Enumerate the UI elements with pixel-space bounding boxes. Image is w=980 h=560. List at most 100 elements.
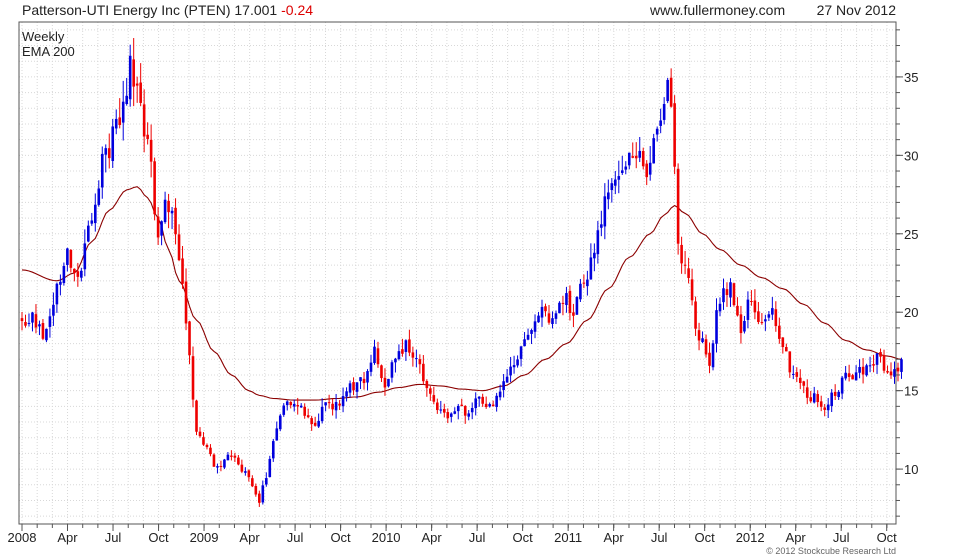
site-url[interactable]: www.fullermoney.com xyxy=(649,2,785,18)
candle-body xyxy=(76,271,80,277)
candle-body xyxy=(369,362,373,372)
candle-body xyxy=(743,320,746,332)
chart-title: Patterson-UTI Energy Inc (PTEN) 17.001 -… xyxy=(22,2,313,18)
candle-body xyxy=(725,289,729,296)
candle-body xyxy=(219,465,223,467)
candle-body xyxy=(879,352,882,357)
candle-body xyxy=(502,381,505,390)
candle-body xyxy=(334,402,338,411)
x-tick-label: Apr xyxy=(786,530,807,545)
candle-body xyxy=(191,356,195,400)
candle-body xyxy=(467,413,471,417)
candle-body xyxy=(121,101,125,123)
candle-body xyxy=(823,407,826,410)
x-tick-label: 2008 xyxy=(8,530,37,545)
candle-body xyxy=(429,388,432,394)
candle-body xyxy=(614,179,617,186)
candle-body xyxy=(767,314,771,318)
candle-body xyxy=(401,349,404,354)
candle-body xyxy=(100,153,104,188)
candle-body xyxy=(341,396,345,407)
candle-body xyxy=(107,148,111,159)
candle-body xyxy=(488,404,491,407)
candle-body xyxy=(251,478,254,487)
candle-body xyxy=(505,376,509,383)
candle-body xyxy=(83,243,87,270)
candle-body xyxy=(764,319,767,322)
candle-body xyxy=(607,192,610,200)
candle-body xyxy=(586,279,589,287)
candle-body xyxy=(760,322,764,324)
candle-body xyxy=(648,162,652,175)
candle-body xyxy=(233,455,237,458)
candle-body xyxy=(296,405,300,407)
candle-body xyxy=(306,415,310,418)
candle-body xyxy=(216,466,219,468)
candle-body xyxy=(736,305,739,316)
x-tick-label: Apr xyxy=(57,530,78,545)
candle-body xyxy=(889,371,893,376)
candle-body xyxy=(547,313,551,323)
price-chart: Patterson-UTI Energy Inc (PTEN) 17.001 -… xyxy=(0,0,980,560)
candle-body xyxy=(80,270,83,278)
candle-body xyxy=(268,458,272,478)
y-tick-label: 10 xyxy=(904,462,918,477)
candle-body xyxy=(55,283,59,305)
candle-body xyxy=(202,437,205,445)
candle-body xyxy=(118,117,122,125)
y-tick-label: 30 xyxy=(904,148,918,163)
candle-body xyxy=(530,330,533,334)
price-change: -0.24 xyxy=(281,2,313,18)
candle-body xyxy=(641,151,645,167)
candle-body xyxy=(872,364,875,366)
candle-body xyxy=(62,266,66,284)
candle-body xyxy=(181,258,184,284)
candle-body xyxy=(697,330,701,341)
candle-body xyxy=(687,268,690,278)
candle-body xyxy=(694,301,697,329)
candle-body xyxy=(111,126,115,162)
candle-body xyxy=(422,363,425,382)
candle-body xyxy=(34,314,38,328)
candle-body xyxy=(470,407,474,413)
candle-body xyxy=(519,346,523,359)
candle-body xyxy=(292,403,296,407)
candle-body xyxy=(212,454,216,467)
candle-body xyxy=(778,325,781,339)
candle-body xyxy=(271,441,275,459)
candle-body xyxy=(781,337,785,348)
candle-body xyxy=(87,225,90,242)
x-tick-label: Jul xyxy=(833,530,850,545)
candle-body xyxy=(509,366,512,376)
candle-body xyxy=(659,120,662,126)
candle-body xyxy=(418,359,422,365)
candle-body xyxy=(425,381,429,389)
x-tick-label: 2010 xyxy=(372,530,401,545)
y-tick-label: 15 xyxy=(904,384,918,399)
candle-body xyxy=(795,372,799,377)
candle-body xyxy=(223,459,226,468)
candle-body xyxy=(362,378,366,384)
candle-body xyxy=(380,365,383,379)
candle-body xyxy=(575,297,579,315)
candle-body xyxy=(840,377,844,394)
candle-body xyxy=(516,359,519,366)
candle-body xyxy=(662,104,666,120)
candle-body xyxy=(73,268,76,274)
candle-body xyxy=(348,383,352,393)
y-tick-label: 25 xyxy=(904,227,918,242)
candle-body xyxy=(456,405,460,412)
candle-body xyxy=(603,196,607,227)
candle-body xyxy=(788,351,792,373)
candle-body xyxy=(809,397,813,402)
candle-body xyxy=(711,343,715,368)
candle-body xyxy=(771,308,774,315)
candle-body xyxy=(160,221,163,236)
candle-body xyxy=(582,282,586,284)
candle-body xyxy=(669,77,673,107)
candle-body xyxy=(352,382,355,391)
candle-body xyxy=(125,95,128,104)
candle-body xyxy=(320,406,324,422)
x-tick-label: Apr xyxy=(604,530,625,545)
candle-body xyxy=(715,310,718,344)
